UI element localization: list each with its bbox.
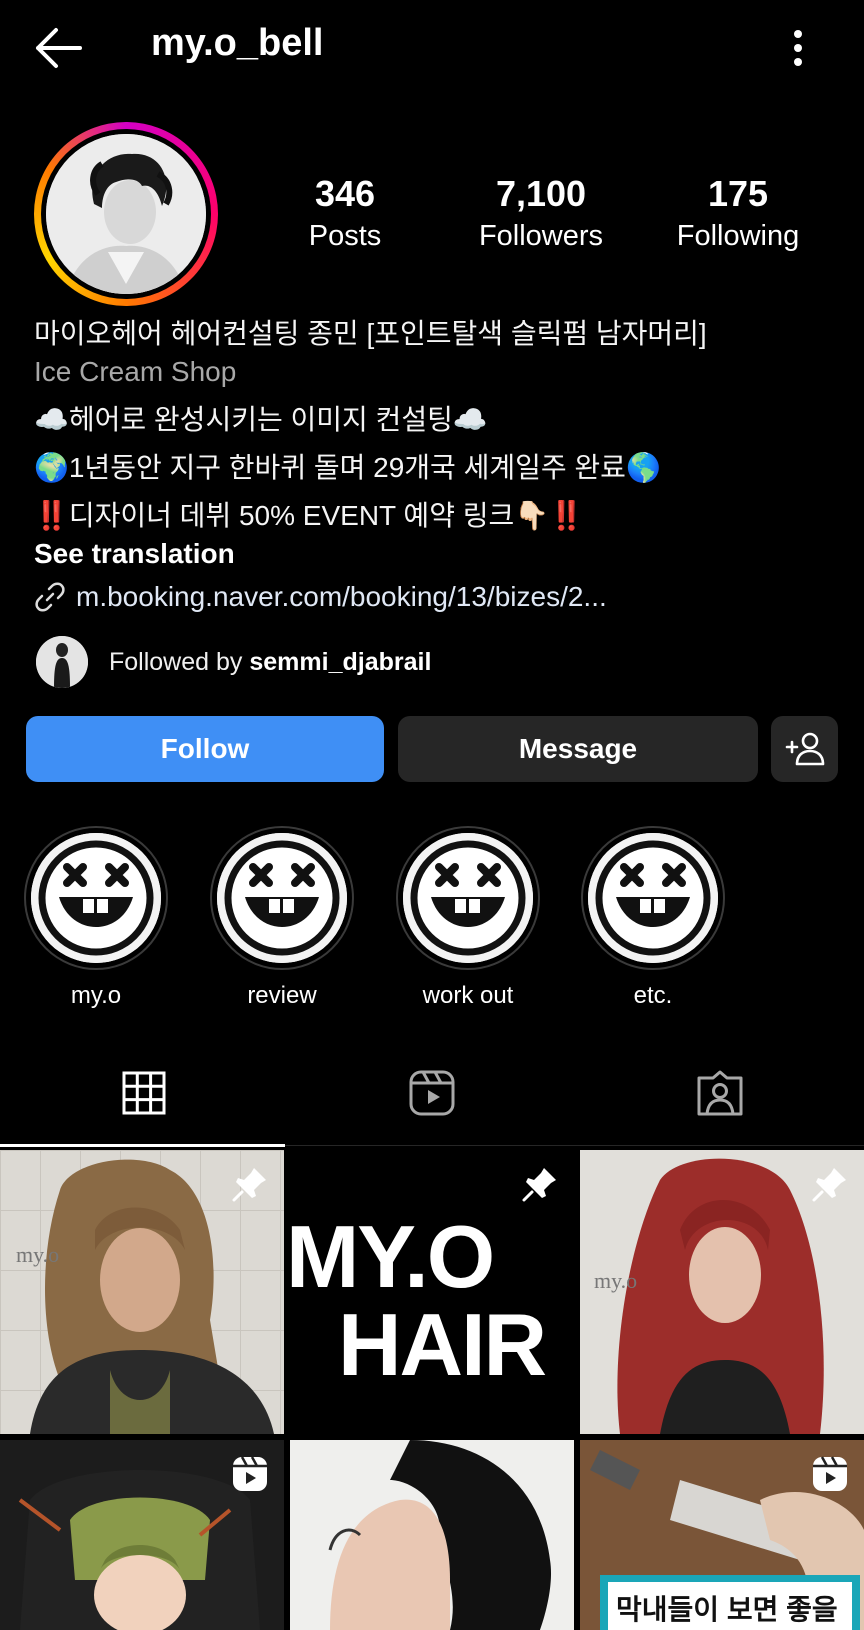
- bio-link[interactable]: m.booking.naver.com/booking/13/bizes/2..…: [34, 578, 607, 616]
- post-thumbnail[interactable]: my.o: [0, 1150, 284, 1434]
- pin-icon: [522, 1168, 556, 1202]
- profile-tabs: [0, 1040, 864, 1147]
- highlight-label: work out: [422, 982, 514, 1009]
- tagged-icon: [697, 1070, 743, 1116]
- add-person-icon: [785, 732, 824, 766]
- smiley-face-icon: [217, 833, 347, 963]
- highlight-work-out[interactable]: work out: [396, 826, 540, 1010]
- watermark-text: my.o: [16, 1242, 60, 1267]
- followers-count: 7,100: [495, 173, 587, 214]
- reel-icon: [813, 1456, 847, 1491]
- profile-category: Ice Cream Shop: [34, 356, 237, 387]
- pin-icon: [232, 1168, 266, 1202]
- bio-line-1: ☁️헤어로 완성시키는 이미지 컨설팅☁️: [34, 404, 488, 435]
- follow-button[interactable]: Follow: [26, 716, 384, 782]
- tab-posts-grid[interactable]: [0, 1040, 288, 1147]
- highlight-label: review: [247, 982, 317, 1009]
- follower-avatar: [36, 636, 88, 688]
- link-icon: [35, 582, 65, 612]
- highlight-review[interactable]: review: [210, 826, 354, 1010]
- reel-icon: [233, 1456, 267, 1491]
- post-thumbnail[interactable]: my.o: [580, 1150, 864, 1434]
- highlight-label: etc.: [633, 982, 673, 1009]
- watermark-text: my.o: [594, 1268, 638, 1293]
- message-button[interactable]: Message: [398, 716, 758, 782]
- highlight-label: my.o: [70, 982, 122, 1009]
- profile-username: my.o_bell: [151, 22, 324, 64]
- pin-icon: [812, 1168, 846, 1202]
- smiley-face-icon: [403, 833, 533, 963]
- bio-link-text: m.booking.naver.com/booking/13/bizes/2..…: [76, 581, 607, 612]
- followed-by-row[interactable]: Followed by semmi_djabrail: [36, 636, 431, 688]
- followed-by-user[interactable]: semmi_djabrail: [249, 648, 431, 676]
- followed-by-prefix: Followed by: [109, 647, 250, 676]
- bio-line-2: 🌍1년동안 지구 한바퀴 돌며 29개국 세계일주 완료🌎: [34, 452, 661, 483]
- tab-tagged[interactable]: [576, 1040, 864, 1146]
- tab-reels[interactable]: [288, 1040, 576, 1146]
- post-title-line-2: HAIR: [338, 1295, 547, 1394]
- grid-icon: [122, 1071, 166, 1115]
- post-title-line-1: MY.O: [290, 1207, 495, 1306]
- highlight-etc[interactable]: etc.: [581, 826, 725, 1010]
- profile-avatar[interactable]: [34, 122, 218, 306]
- posts-grid: my.o MY.O HAIR my.o 막내들이 보면 좋을: [0, 1150, 864, 1630]
- smiley-face-icon: [588, 833, 718, 963]
- post-thumbnail[interactable]: 막내들이 보면 좋을: [580, 1440, 864, 1630]
- posts-label: Posts: [308, 220, 382, 252]
- stat-posts[interactable]: 346 Posts: [255, 172, 435, 256]
- back-arrow-icon[interactable]: [30, 26, 86, 70]
- profile-display-name: 마이오헤어 헤어컨설팅 종민 [포인트탈색 슬릭펌 남자머리]: [34, 318, 707, 349]
- top-bar: my.o_bell: [0, 0, 864, 96]
- highlight-my-o[interactable]: my.o: [24, 826, 168, 1010]
- smiley-face-icon: [31, 833, 161, 963]
- post-caption-overlay: 막내들이 보면 좋을: [616, 1594, 838, 1625]
- reels-icon: [409, 1070, 455, 1116]
- posts-count: 346: [314, 173, 376, 214]
- suggested-accounts-button[interactable]: [771, 716, 838, 782]
- post-thumbnail[interactable]: [290, 1440, 574, 1630]
- following-label: Following: [676, 220, 800, 252]
- post-thumbnail[interactable]: MY.O HAIR: [290, 1150, 574, 1434]
- stat-following[interactable]: 175 Following: [648, 172, 828, 256]
- followers-label: Followers: [478, 220, 604, 252]
- more-options-icon[interactable]: [782, 26, 814, 70]
- profile-photo: [46, 134, 206, 294]
- following-count: 175: [707, 173, 769, 214]
- post-thumbnail[interactable]: [0, 1440, 284, 1630]
- stat-followers[interactable]: 7,100 Followers: [451, 172, 631, 256]
- see-translation-link[interactable]: See translation: [34, 538, 235, 570]
- bio-line-3: ‼️디자이너 데뷔 50% EVENT 예약 링크👇🏻‼️: [34, 500, 584, 531]
